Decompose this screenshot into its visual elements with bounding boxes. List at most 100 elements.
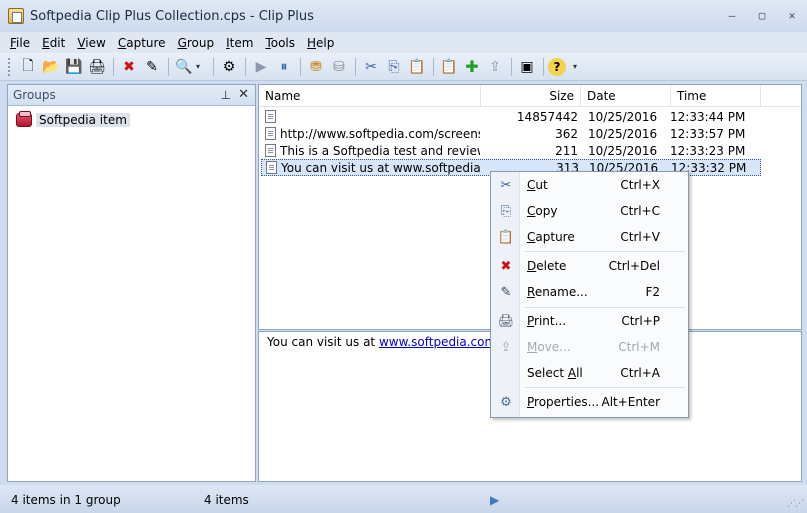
rename-icon: ✎: [500, 284, 512, 300]
group-item[interactable]: Softpedia item: [16, 110, 130, 128]
export-icon[interactable]: ⇪: [484, 56, 506, 78]
row-time: 12:33:44 PM: [670, 109, 746, 124]
capture-icon[interactable]: 📋: [438, 56, 460, 78]
help-icon[interactable]: ?: [548, 57, 566, 76]
open-folder-icon[interactable]: 📂: [40, 56, 62, 78]
row-name: http://www.softpedia.com/screenshot...: [280, 126, 480, 141]
add-icon[interactable]: ✚: [461, 56, 483, 78]
context-menu-copy[interactable]: ⎘ Copy Ctrl+C: [491, 200, 688, 222]
database-gray-icon[interactable]: ⛁: [328, 56, 350, 78]
table-row[interactable]: This is a Softpedia test and review 211 …: [261, 142, 761, 159]
menu-view[interactable]: View: [77, 36, 105, 50]
row-time: 12:33:57 PM: [670, 126, 746, 141]
window-title: Softpedia Clip Plus Collection.cps - Cli…: [30, 8, 314, 24]
move-icon: ⇪: [500, 339, 512, 355]
context-menu-label: Rename...: [527, 285, 588, 299]
column-date[interactable]: Date: [581, 85, 671, 107]
minimize-button[interactable]: ‒: [723, 8, 741, 22]
group-item-label: Softpedia item: [36, 112, 130, 127]
menu-edit[interactable]: Edit: [42, 36, 65, 50]
toolbar-separator: [168, 57, 169, 76]
toolbar-separator: [300, 57, 301, 76]
pin-icon[interactable]: ⊥: [221, 88, 231, 102]
column-name[interactable]: Name: [259, 85, 481, 107]
toolbar-separator: [113, 57, 114, 76]
shortcut-label: Ctrl+M: [618, 340, 660, 354]
save-icon[interactable]: 💾: [63, 56, 85, 78]
shortcut-label: Ctrl+X: [620, 178, 660, 192]
find-dropdown-icon[interactable]: ▾: [196, 62, 206, 71]
shortcut-label: Ctrl+Del: [608, 259, 660, 273]
toolbar-separator: [511, 57, 512, 76]
clipboard-icon: 📋: [497, 229, 515, 245]
status-item-count: 4 items: [204, 493, 249, 507]
shortcut-label: Ctrl+A: [620, 366, 660, 380]
status-bar: 4 items in 1 group 4 items ▶ ⋰⋰: [0, 485, 807, 513]
properties-icon: ⚙: [500, 394, 512, 410]
context-menu-properties[interactable]: ⚙ Properties... Alt+Enter: [491, 391, 688, 413]
context-menu-select-all[interactable]: Select All Ctrl+A: [491, 362, 688, 384]
context-menu-rename[interactable]: ✎ Rename... F2: [491, 281, 688, 303]
toolbar: 🗋 📂 💾 🖨 ✖ ✎ 🔍 ▾ ⚙ ▶ ⏸ ⛃ ⛁ ✂ ⎘ 📋 📋 ✚ ⇪ ▣ …: [0, 53, 807, 81]
preview-prefix: You can visit us at: [267, 335, 379, 349]
row-time: 12:33:23 PM: [670, 143, 746, 158]
play-icon[interactable]: ▶: [490, 493, 499, 507]
print-icon[interactable]: 🖨: [86, 56, 108, 78]
document-icon: [265, 127, 276, 140]
context-menu-label: Move...: [527, 340, 571, 354]
toolbar-options-icon[interactable]: ▾: [573, 62, 583, 71]
context-menu-cut[interactable]: ✂ Cut Ctrl+X: [491, 174, 688, 196]
cut-icon: ✂: [500, 177, 512, 193]
delete-icon[interactable]: ✖: [118, 56, 140, 78]
context-menu-delete[interactable]: ✖ Delete Ctrl+Del: [491, 255, 688, 277]
status-items-in-group: 4 items in 1 group: [11, 493, 121, 507]
menu-capture[interactable]: Capture: [118, 36, 166, 50]
toolbar-grip[interactable]: [8, 57, 11, 76]
find-icon[interactable]: 🔍: [173, 56, 195, 78]
copy-icon: ⎘: [500, 203, 512, 219]
menu-group[interactable]: Group: [178, 36, 215, 50]
shortcut-label: Ctrl+P: [621, 314, 660, 328]
resize-grip-icon[interactable]: ⋰⋰: [787, 499, 804, 509]
database-icon[interactable]: ⛃: [305, 56, 327, 78]
menu-item[interactable]: Item: [226, 36, 253, 50]
preview-text: You can visit us at www.softpedia.com: [267, 335, 496, 349]
restore-button[interactable]: ▢: [753, 8, 771, 22]
play-icon[interactable]: ▶: [250, 56, 272, 78]
column-size[interactable]: Size: [481, 85, 581, 107]
context-menu-label: Print...: [527, 314, 567, 328]
rename-icon[interactable]: ✎: [141, 56, 163, 78]
properties-icon[interactable]: ⚙: [218, 56, 240, 78]
paste-icon[interactable]: 📋: [406, 56, 428, 78]
menu-bar: File Edit View Capture Group Item Tools …: [0, 32, 807, 53]
shortcut-label: Ctrl+C: [620, 204, 660, 218]
table-row[interactable]: 14857442 10/25/2016 12:33:44 PM: [261, 108, 761, 125]
document-icon: [266, 161, 277, 174]
cut-icon[interactable]: ✂: [360, 56, 382, 78]
document-icon: [265, 144, 276, 157]
toolbar-separator: [543, 57, 544, 76]
table-row[interactable]: http://www.softpedia.com/screenshot... 3…: [261, 125, 761, 142]
new-icon[interactable]: 🗋: [17, 56, 39, 78]
row-date: 10/25/2016: [588, 109, 658, 124]
menu-file[interactable]: File: [10, 36, 30, 50]
context-menu-label: Properties...: [527, 395, 600, 409]
context-menu-separator: [525, 387, 685, 388]
row-date: 10/25/2016: [588, 126, 658, 141]
preview-link[interactable]: www.softpedia.com: [379, 335, 496, 349]
close-panel-icon[interactable]: ✕: [238, 87, 249, 102]
menu-help[interactable]: Help: [307, 36, 334, 50]
close-button[interactable]: ✕: [783, 8, 801, 22]
context-menu: ✂ Cut Ctrl+X ⎘ Copy Ctrl+C 📋 Capture Ctr…: [490, 171, 689, 418]
context-menu-label: Delete: [527, 259, 567, 273]
select-icon[interactable]: ▣: [516, 56, 538, 78]
context-menu-capture[interactable]: 📋 Capture Ctrl+V: [491, 226, 688, 248]
column-time[interactable]: Time: [671, 85, 761, 107]
menu-tools[interactable]: Tools: [265, 36, 295, 50]
toolbar-separator: [433, 57, 434, 76]
row-name: You can visit us at www.softpedia.com: [281, 160, 481, 175]
copy-icon[interactable]: ⎘: [383, 56, 405, 78]
context-menu-print[interactable]: 🖨 Print... Ctrl+P: [491, 310, 688, 332]
context-menu-label: Cut: [527, 178, 548, 192]
pause-icon[interactable]: ⏸: [273, 56, 295, 78]
